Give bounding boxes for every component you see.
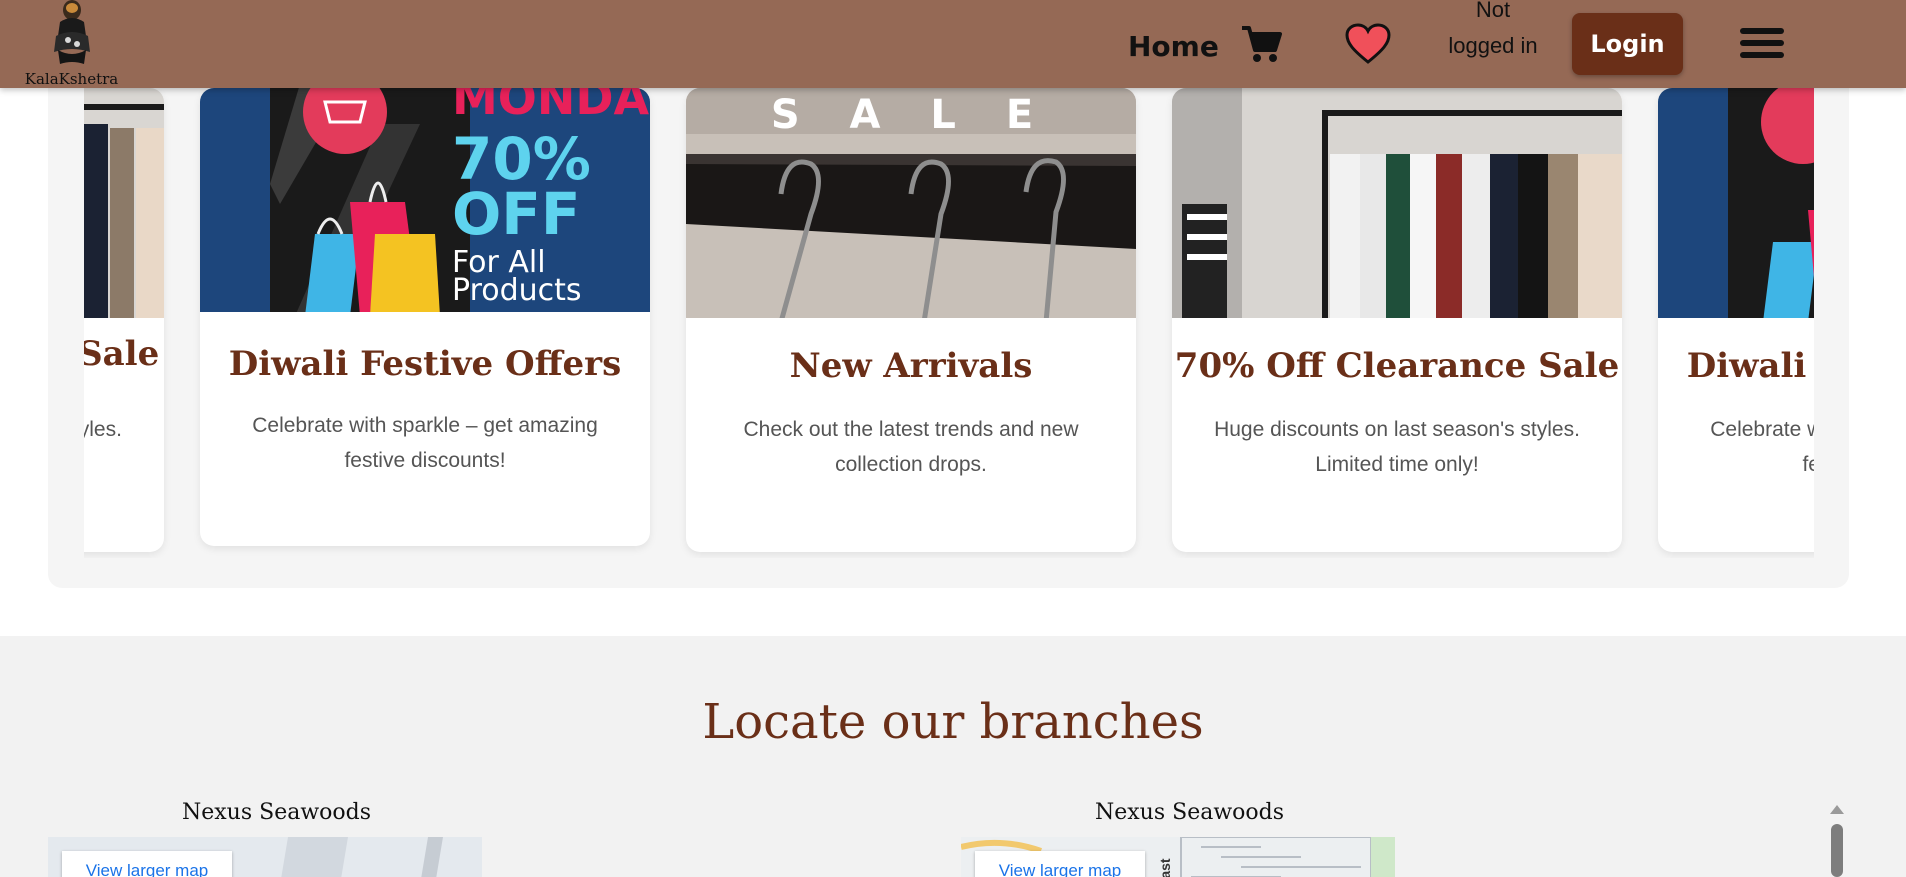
scrollbar[interactable] — [1826, 800, 1848, 877]
branch-name: Nexus Seawoods — [1095, 800, 1285, 825]
view-larger-map-button[interactable]: View larger map — [975, 851, 1145, 877]
offer-card[interactable]: MONDAY 70% OFF For All Products Diwali F… — [200, 88, 650, 546]
nav-home-link[interactable]: Home — [1128, 30, 1219, 63]
view-larger-map-button[interactable]: View larger map — [62, 851, 232, 877]
card-description: Check out the latest trends and new coll… — [743, 418, 1079, 476]
svg-text:MONDAY: MONDAY — [452, 88, 650, 125]
branch-name: Nexus Seawoods — [182, 800, 372, 825]
clothing-rack-image — [84, 88, 164, 318]
clothing-rack-image — [1172, 88, 1622, 318]
brand-name: KalaKshetra — [24, 70, 119, 88]
menu-bar — [1740, 28, 1784, 34]
diwali-offer-banner-image — [1658, 88, 1814, 318]
svg-text:Products: Products — [452, 273, 582, 308]
card-title: Diwali Festive Offers — [228, 344, 622, 384]
menu-bar — [1740, 40, 1784, 46]
card-title: 70% Off Clearance Sale — [84, 334, 160, 374]
svg-text:OFF: OFF — [452, 180, 581, 248]
diwali-offer-banner-image: MONDAY 70% OFF For All Products — [200, 88, 650, 312]
card-description: Huge discounts on last season's styles. … — [84, 418, 122, 441]
card-description: Huge discounts on last season's styles. … — [1214, 418, 1580, 476]
brand-logo[interactable]: KalaKshetra — [24, 0, 119, 88]
cart-icon[interactable] — [1240, 24, 1282, 64]
hamburger-menu-icon[interactable] — [1740, 28, 1784, 60]
heart-icon[interactable] — [1345, 23, 1391, 65]
card-title: 70% Off Clearance Sale — [1174, 346, 1620, 386]
menu-bar — [1740, 52, 1784, 58]
login-button[interactable]: Login — [1572, 13, 1683, 75]
dancer-logo-icon — [54, 0, 90, 64]
branch-map[interactable]: i Vast View larger map — [961, 837, 1395, 877]
card-description: Celebrate with sparkle – get amazing fes… — [252, 414, 598, 472]
offer-card[interactable]: 70% Off Clearance Sale Huge discounts on… — [1172, 88, 1622, 552]
offers-carousel[interactable]: 70% Off Clearance Sale Huge discounts on… — [84, 88, 1814, 558]
login-status-text: Not logged in — [1448, 0, 1538, 58]
branch-map[interactable]: View larger map — [48, 837, 482, 877]
card-title: New Arrivals — [789, 346, 1033, 386]
branches-heading: Locate our branches — [702, 694, 1204, 750]
sale-banner-text: S A L E — [770, 92, 1052, 138]
card-description: Celebrate with sparkle – get amazing fes… — [1710, 418, 1814, 476]
offer-card[interactable]: 70% Off Clearance Sale Huge discounts on… — [84, 88, 164, 552]
navbar: KalaKshetra Home Not logged in Login — [0, 0, 1906, 88]
offer-card[interactable]: Diwali Festive Offers Celebrate with spa… — [1658, 88, 1814, 552]
branches-section: Locate our branches Nexus Seawoods View … — [0, 636, 1906, 877]
map-street-label: i Vast — [1157, 858, 1173, 877]
offer-card[interactable]: New Arrivals Check out the latest trends… — [686, 88, 1136, 552]
card-title: Diwali Festive Offers — [1686, 346, 1814, 386]
